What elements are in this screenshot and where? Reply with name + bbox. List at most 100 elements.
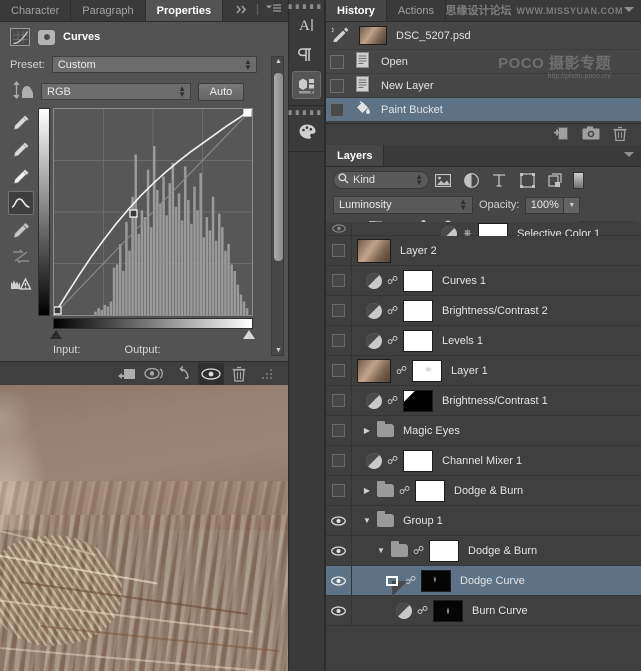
filter-adjustment-layers-icon[interactable] xyxy=(457,170,485,190)
panel-menu-icon[interactable] xyxy=(266,4,281,17)
draw-pencil-curve-icon[interactable] xyxy=(8,218,34,242)
layer-row-magic-eyes-group[interactable]: ▶ Magic Eyes xyxy=(326,416,641,446)
layer-mask-thumbnail[interactable] xyxy=(429,540,459,562)
layer-row-burn-curve[interactable]: ☍ Burn Curve xyxy=(326,596,641,626)
dock-grip-icon[interactable]: ▖▖▖▖▖ xyxy=(289,0,324,9)
history-snapshot-checkbox[interactable] xyxy=(330,103,344,117)
view-previous-state-icon[interactable] xyxy=(142,363,168,385)
layer-mask-thumbnail[interactable] xyxy=(421,570,451,592)
opacity-value[interactable]: 100% xyxy=(525,197,564,214)
white-input-handle[interactable] xyxy=(243,330,255,339)
dock-grip-icon[interactable]: ▖▖▖▖▖ xyxy=(289,106,324,115)
smooth-curve-icon[interactable] xyxy=(8,245,34,269)
opacity-control[interactable]: 100% ▼ xyxy=(525,197,580,214)
layer-mask-link-icon[interactable]: ☍ xyxy=(413,544,424,557)
filter-smart-object-icon[interactable] xyxy=(541,170,569,190)
layer-mask-thumbnail[interactable] xyxy=(433,600,463,622)
layer-visibility-toggle[interactable] xyxy=(326,476,352,505)
paragraph-panel-icon[interactable] xyxy=(292,41,321,69)
tab-paragraph[interactable]: Paragraph xyxy=(71,0,145,21)
reset-adjustment-icon[interactable] xyxy=(170,363,196,385)
scroll-up-icon[interactable]: ▲ xyxy=(272,58,285,65)
layer-mask-link-icon[interactable]: ☍ xyxy=(387,304,398,317)
adjustment-layer-icon[interactable] xyxy=(366,273,382,289)
clipping-warning-icon[interactable] xyxy=(8,272,34,296)
layer-visibility-toggle[interactable] xyxy=(326,596,352,625)
layer-mask-thumbnail[interactable] xyxy=(403,330,433,352)
layer-mask-link-icon[interactable]: ☍ xyxy=(417,604,428,617)
filter-type-layers-icon[interactable] xyxy=(485,170,513,190)
layer-mask-link-icon[interactable]: ☍ xyxy=(396,364,407,377)
double-chevron-right-icon[interactable] xyxy=(236,5,249,17)
blend-mode-select[interactable]: Luminosity ▲▼ xyxy=(333,196,473,214)
group-expand-arrow-icon[interactable]: ▶ xyxy=(362,486,372,495)
adjustment-layer-icon[interactable] xyxy=(366,333,382,349)
layer-visibility-toggle[interactable] xyxy=(326,296,352,325)
history-snapshot-checkbox[interactable] xyxy=(330,55,344,69)
character-panel-icon[interactable]: A xyxy=(292,11,321,39)
layer-row-channel-mixer-1[interactable]: ☍ Channel Mixer 1 xyxy=(326,446,641,476)
layer-image-thumbnail[interactable] xyxy=(357,239,391,263)
adjustment-layer-icon[interactable] xyxy=(366,453,382,469)
filter-enable-toggle[interactable] xyxy=(573,172,584,189)
channel-select[interactable]: RGB ▲▼ xyxy=(41,83,191,100)
gray-point-eyedropper-icon[interactable] xyxy=(8,137,34,161)
history-item-open[interactable]: Open xyxy=(326,50,641,74)
layer-row-group-1[interactable]: ▼ Group 1 xyxy=(326,506,641,536)
layer-visibility-toggle[interactable] xyxy=(326,386,352,415)
edit-points-curve-icon[interactable] xyxy=(8,191,34,215)
filter-pixel-layers-icon[interactable] xyxy=(429,170,457,190)
layer-row-dodge-burn-group-nested[interactable]: ▼ ☍ Dodge & Burn xyxy=(326,536,641,566)
layer-mask-thumbnail[interactable] xyxy=(403,270,433,292)
layer-row-selective-color-1[interactable]: ⎈ Selective Color 1 xyxy=(326,222,641,236)
tab-history[interactable]: History xyxy=(326,0,387,21)
filter-kind-select[interactable]: Kind ▲▼ xyxy=(333,171,429,189)
layer-row-layer-1[interactable]: ☍ Layer 1 xyxy=(326,356,641,386)
layer-row-dodge-curve[interactable]: ☍ Dodge Curve xyxy=(326,566,641,596)
panel-menu-icon[interactable] xyxy=(624,150,634,161)
layer-visibility-toggle[interactable] xyxy=(326,266,352,295)
layer-row-brightness-contrast-2[interactable]: ☍ Brightness/Contrast 2 xyxy=(326,296,641,326)
layer-mask-thumbnail[interactable] xyxy=(403,390,433,412)
history-source-row[interactable]: DSC_5207.psd xyxy=(326,22,641,50)
new-snapshot-camera-icon[interactable] xyxy=(582,126,600,143)
curves-graph[interactable] xyxy=(53,108,253,316)
layer-row-dodge-burn-group-collapsed[interactable]: ▶ ☍ Dodge & Burn xyxy=(326,476,641,506)
scrollbar-thumb[interactable] xyxy=(274,73,283,261)
adjustment-layer-icon[interactable] xyxy=(366,303,382,319)
toggle-layer-visibility-icon[interactable] xyxy=(198,363,224,385)
layer-visibility-toggle[interactable] xyxy=(326,506,352,535)
layer-mask-link-icon[interactable]: ☍ xyxy=(387,274,398,287)
document-canvas-preview[interactable] xyxy=(0,385,288,671)
group-expand-arrow-icon[interactable]: ▶ xyxy=(362,426,372,435)
resize-grip-icon[interactable] xyxy=(254,363,280,385)
delete-state-trash-icon[interactable] xyxy=(613,126,627,144)
tab-layers[interactable]: Layers xyxy=(326,145,384,166)
layer-mask-thumbnail[interactable] xyxy=(403,300,433,322)
auto-button[interactable]: Auto xyxy=(198,83,244,101)
layer-visibility-toggle[interactable] xyxy=(326,356,352,385)
group-collapse-arrow-icon[interactable]: ▼ xyxy=(376,546,386,555)
layer-list[interactable]: ⎈ Selective Color 1 Layer 2 xyxy=(326,222,641,671)
black-point-eyedropper-icon[interactable] xyxy=(8,110,34,134)
layer-row-layer-2[interactable]: Layer 2 xyxy=(326,236,641,266)
layer-row-levels-1[interactable]: ☍ Levels 1 xyxy=(326,326,641,356)
layer-visibility-toggle[interactable] xyxy=(326,222,352,235)
layer-image-thumbnail[interactable] xyxy=(357,359,391,383)
layer-visibility-toggle[interactable] xyxy=(326,446,352,475)
layer-mask-link-icon[interactable]: ☍ xyxy=(399,484,410,497)
group-collapse-arrow-icon[interactable]: ▼ xyxy=(362,516,372,525)
adjustment-layer-icon[interactable] xyxy=(366,393,382,409)
layer-mask-thumbnail[interactable] xyxy=(403,450,433,472)
layer-mask-thumbnail[interactable] xyxy=(412,360,442,382)
delete-adjustment-icon[interactable] xyxy=(226,363,252,385)
layer-visibility-toggle[interactable] xyxy=(326,566,352,595)
layer-visibility-toggle[interactable] xyxy=(326,536,352,565)
layer-visibility-toggle[interactable] xyxy=(326,236,352,265)
layer-mask-link-icon[interactable]: ☍ xyxy=(387,334,398,347)
properties-scrollbar[interactable]: ▲ ▼ xyxy=(271,56,284,356)
tab-properties[interactable]: Properties xyxy=(146,0,223,21)
filter-shape-layers-icon[interactable] xyxy=(513,170,541,190)
layer-visibility-toggle[interactable] xyxy=(326,326,352,355)
layer-row-curves-1[interactable]: ☍ Curves 1 xyxy=(326,266,641,296)
